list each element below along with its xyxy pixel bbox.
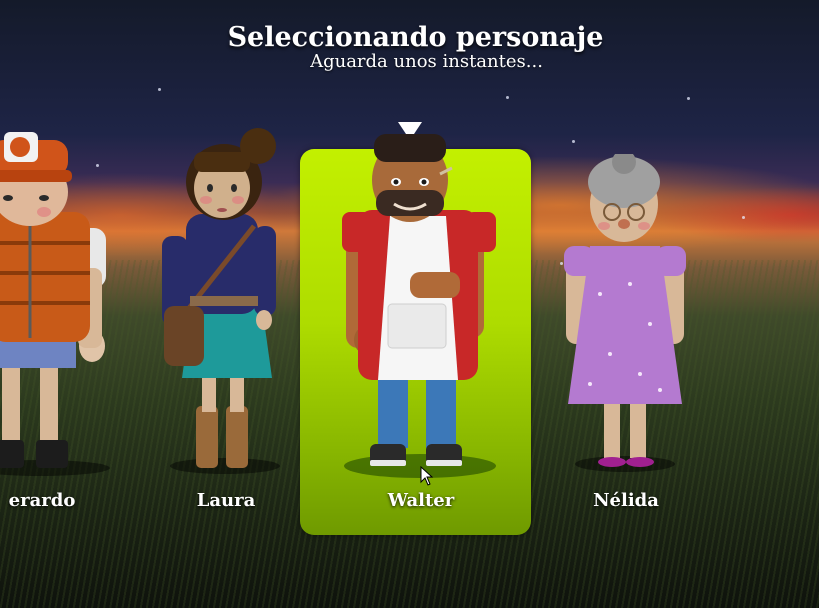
character-laura-figure — [162, 128, 280, 474]
character-name-nelida[interactable]: Nélida — [546, 490, 706, 511]
character-name-walter[interactable]: Walter — [341, 490, 501, 511]
star — [158, 88, 161, 91]
star — [506, 96, 509, 99]
character-name-gerardo[interactable]: erardo — [0, 490, 122, 511]
character-walter-figure — [342, 134, 496, 478]
character-walter[interactable] — [330, 132, 510, 482]
star — [687, 97, 690, 100]
header: Seleccionando personaje Aguarda unos ins… — [0, 22, 819, 74]
character-name-laura[interactable]: Laura — [146, 490, 306, 511]
character-gerardo-figure — [0, 132, 110, 476]
star — [742, 216, 745, 219]
star — [572, 140, 575, 143]
mouse-cursor-icon — [420, 465, 434, 490]
character-gerardo[interactable] — [0, 128, 112, 478]
page-subtitle: Aguarda unos instantes... — [310, 51, 543, 72]
character-nelida-figure — [564, 150, 686, 472]
character-nelida[interactable] — [560, 150, 690, 474]
page-title: Seleccionando personaje — [227, 22, 604, 53]
character-laura[interactable] — [150, 126, 280, 476]
